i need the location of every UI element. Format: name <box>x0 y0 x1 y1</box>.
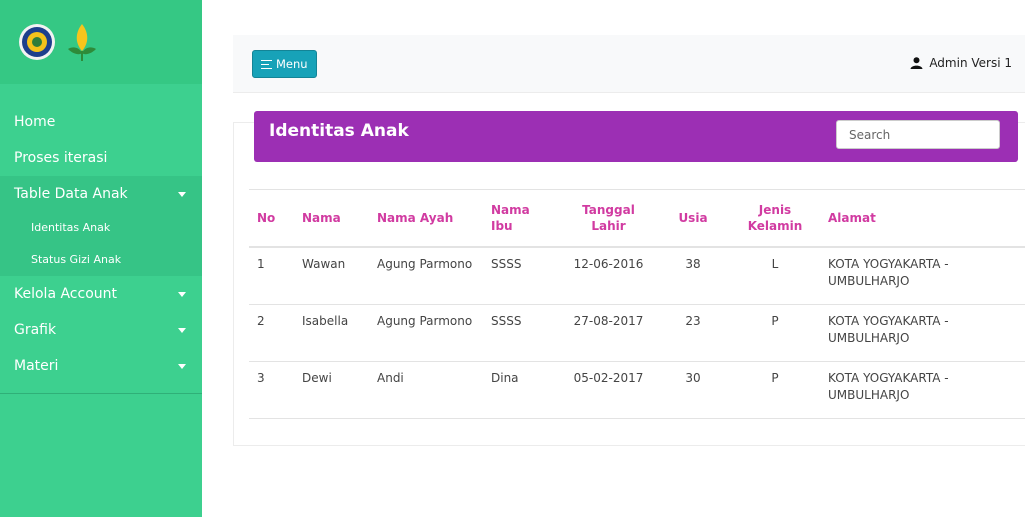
menu-toggle-button[interactable]: Menu <box>252 50 317 78</box>
cell-tanggal-lahir: 05-02-2017 <box>561 361 656 419</box>
cell-no: 3 <box>249 361 294 419</box>
sidebar-item-grafik[interactable]: Grafik <box>0 312 202 348</box>
sidebar-subitem-status-gizi-anak[interactable]: Status Gizi Anak <box>0 244 202 276</box>
cell-jenis-kelamin: P <box>730 304 820 362</box>
sidebar-item-kelola-account[interactable]: Kelola Account <box>0 276 202 312</box>
cell-nama: Isabella <box>294 304 369 362</box>
user-name: Admin Versi 1 <box>929 56 1012 70</box>
topbar: Menu Admin Versi 1 <box>233 35 1025 93</box>
cell-usia: 23 <box>656 304 730 362</box>
caret-down-icon <box>178 292 186 297</box>
sidebar-item-label: Grafik <box>14 322 57 338</box>
cell-no: 1 <box>249 247 294 305</box>
card-title: Identitas Anak <box>269 121 409 141</box>
leaf-logo <box>68 24 96 61</box>
cell-alamat: KOTA YOGYAKARTA - UMBULHARJO <box>820 247 1025 305</box>
sidebar-item-proses-iterasi[interactable]: Proses iterasi <box>0 140 202 176</box>
cell-nama-ibu: Dina <box>483 361 561 419</box>
caret-down-icon <box>178 328 186 333</box>
cell-usia: 38 <box>656 247 730 305</box>
column-header[interactable]: Tanggal Lahir <box>561 189 656 248</box>
sidebar-item-materi[interactable]: Materi <box>0 348 202 384</box>
sidebar-item-table-data-anak[interactable]: Table Data Anak <box>0 176 202 212</box>
cell-nama-ibu: SSSS <box>483 247 561 305</box>
sidebar-item-label: Materi <box>14 358 59 374</box>
column-header[interactable]: Jenis Kelamin <box>730 189 820 248</box>
sidebar-subitem-label: Identitas Anak <box>31 221 111 234</box>
cell-jenis-kelamin: L <box>730 247 820 305</box>
sidebar-nav: Home Proses iterasi Table Data Anak Iden… <box>0 84 202 384</box>
cell-alamat: KOTA YOGYAKARTA - UMBULHARJO <box>820 304 1025 362</box>
table-row: 3 Dewi Andi Dina 05-02-2017 30 P KOTA YO… <box>249 361 1025 419</box>
sidebar-item-label: Proses iterasi <box>14 150 108 166</box>
cell-nama-ayah: Agung Parmono <box>369 304 483 362</box>
menu-button-label: Menu <box>276 57 308 71</box>
user-icon <box>910 57 923 69</box>
sidebar: Home Proses iterasi Table Data Anak Iden… <box>0 0 202 517</box>
sidebar-item-label: Home <box>14 114 56 130</box>
cell-jenis-kelamin: P <box>730 361 820 419</box>
column-header[interactable]: Nama Ayah <box>369 189 483 248</box>
column-header[interactable]: Usia <box>656 189 730 248</box>
cell-nama: Dewi <box>294 361 369 419</box>
cell-nama-ibu: SSSS <box>483 304 561 362</box>
sidebar-item-label: Table Data Anak <box>14 186 128 202</box>
table-header-row: No Nama Nama Ayah Nama Ibu Tanggal Lahir… <box>249 189 1025 248</box>
sidebar-item-home[interactable]: Home <box>0 104 202 140</box>
university-seal-logo <box>19 24 55 60</box>
cell-nama-ayah: Agung Parmono <box>369 247 483 305</box>
cell-alamat: KOTA YOGYAKARTA - UMBULHARJO <box>820 361 1025 419</box>
column-header[interactable]: Nama <box>294 189 369 248</box>
caret-down-icon <box>178 192 186 197</box>
logo-area <box>0 0 202 84</box>
menu-icon <box>261 59 272 69</box>
cell-tanggal-lahir: 27-08-2017 <box>561 304 656 362</box>
cell-tanggal-lahir: 12-06-2016 <box>561 247 656 305</box>
cell-no: 2 <box>249 304 294 362</box>
table-row: 2 Isabella Agung Parmono SSSS 27-08-2017… <box>249 304 1025 362</box>
sidebar-subitem-label: Status Gizi Anak <box>31 253 122 266</box>
caret-down-icon <box>178 364 186 369</box>
card-header: Identitas Anak <box>254 111 1018 162</box>
cell-usia: 30 <box>656 361 730 419</box>
column-header[interactable]: No <box>249 189 294 248</box>
cell-nama-ayah: Andi <box>369 361 483 419</box>
sidebar-subitem-identitas-anak[interactable]: Identitas Anak <box>0 212 202 244</box>
cell-nama: Wawan <box>294 247 369 305</box>
search-input[interactable] <box>836 120 1000 149</box>
table-row: 1 Wawan Agung Parmono SSSS 12-06-2016 38… <box>249 247 1025 305</box>
sidebar-divider <box>0 393 202 394</box>
column-header[interactable]: Nama Ibu <box>483 189 561 248</box>
user-menu[interactable]: Admin Versi 1 <box>910 56 1012 70</box>
column-header[interactable]: Alamat <box>820 189 1025 248</box>
sidebar-item-label: Kelola Account <box>14 286 117 302</box>
identitas-anak-card: Identitas Anak No Nama Nama Ayah Nama Ib… <box>233 111 1025 446</box>
data-table: No Nama Nama Ayah Nama Ibu Tanggal Lahir… <box>249 189 1025 419</box>
